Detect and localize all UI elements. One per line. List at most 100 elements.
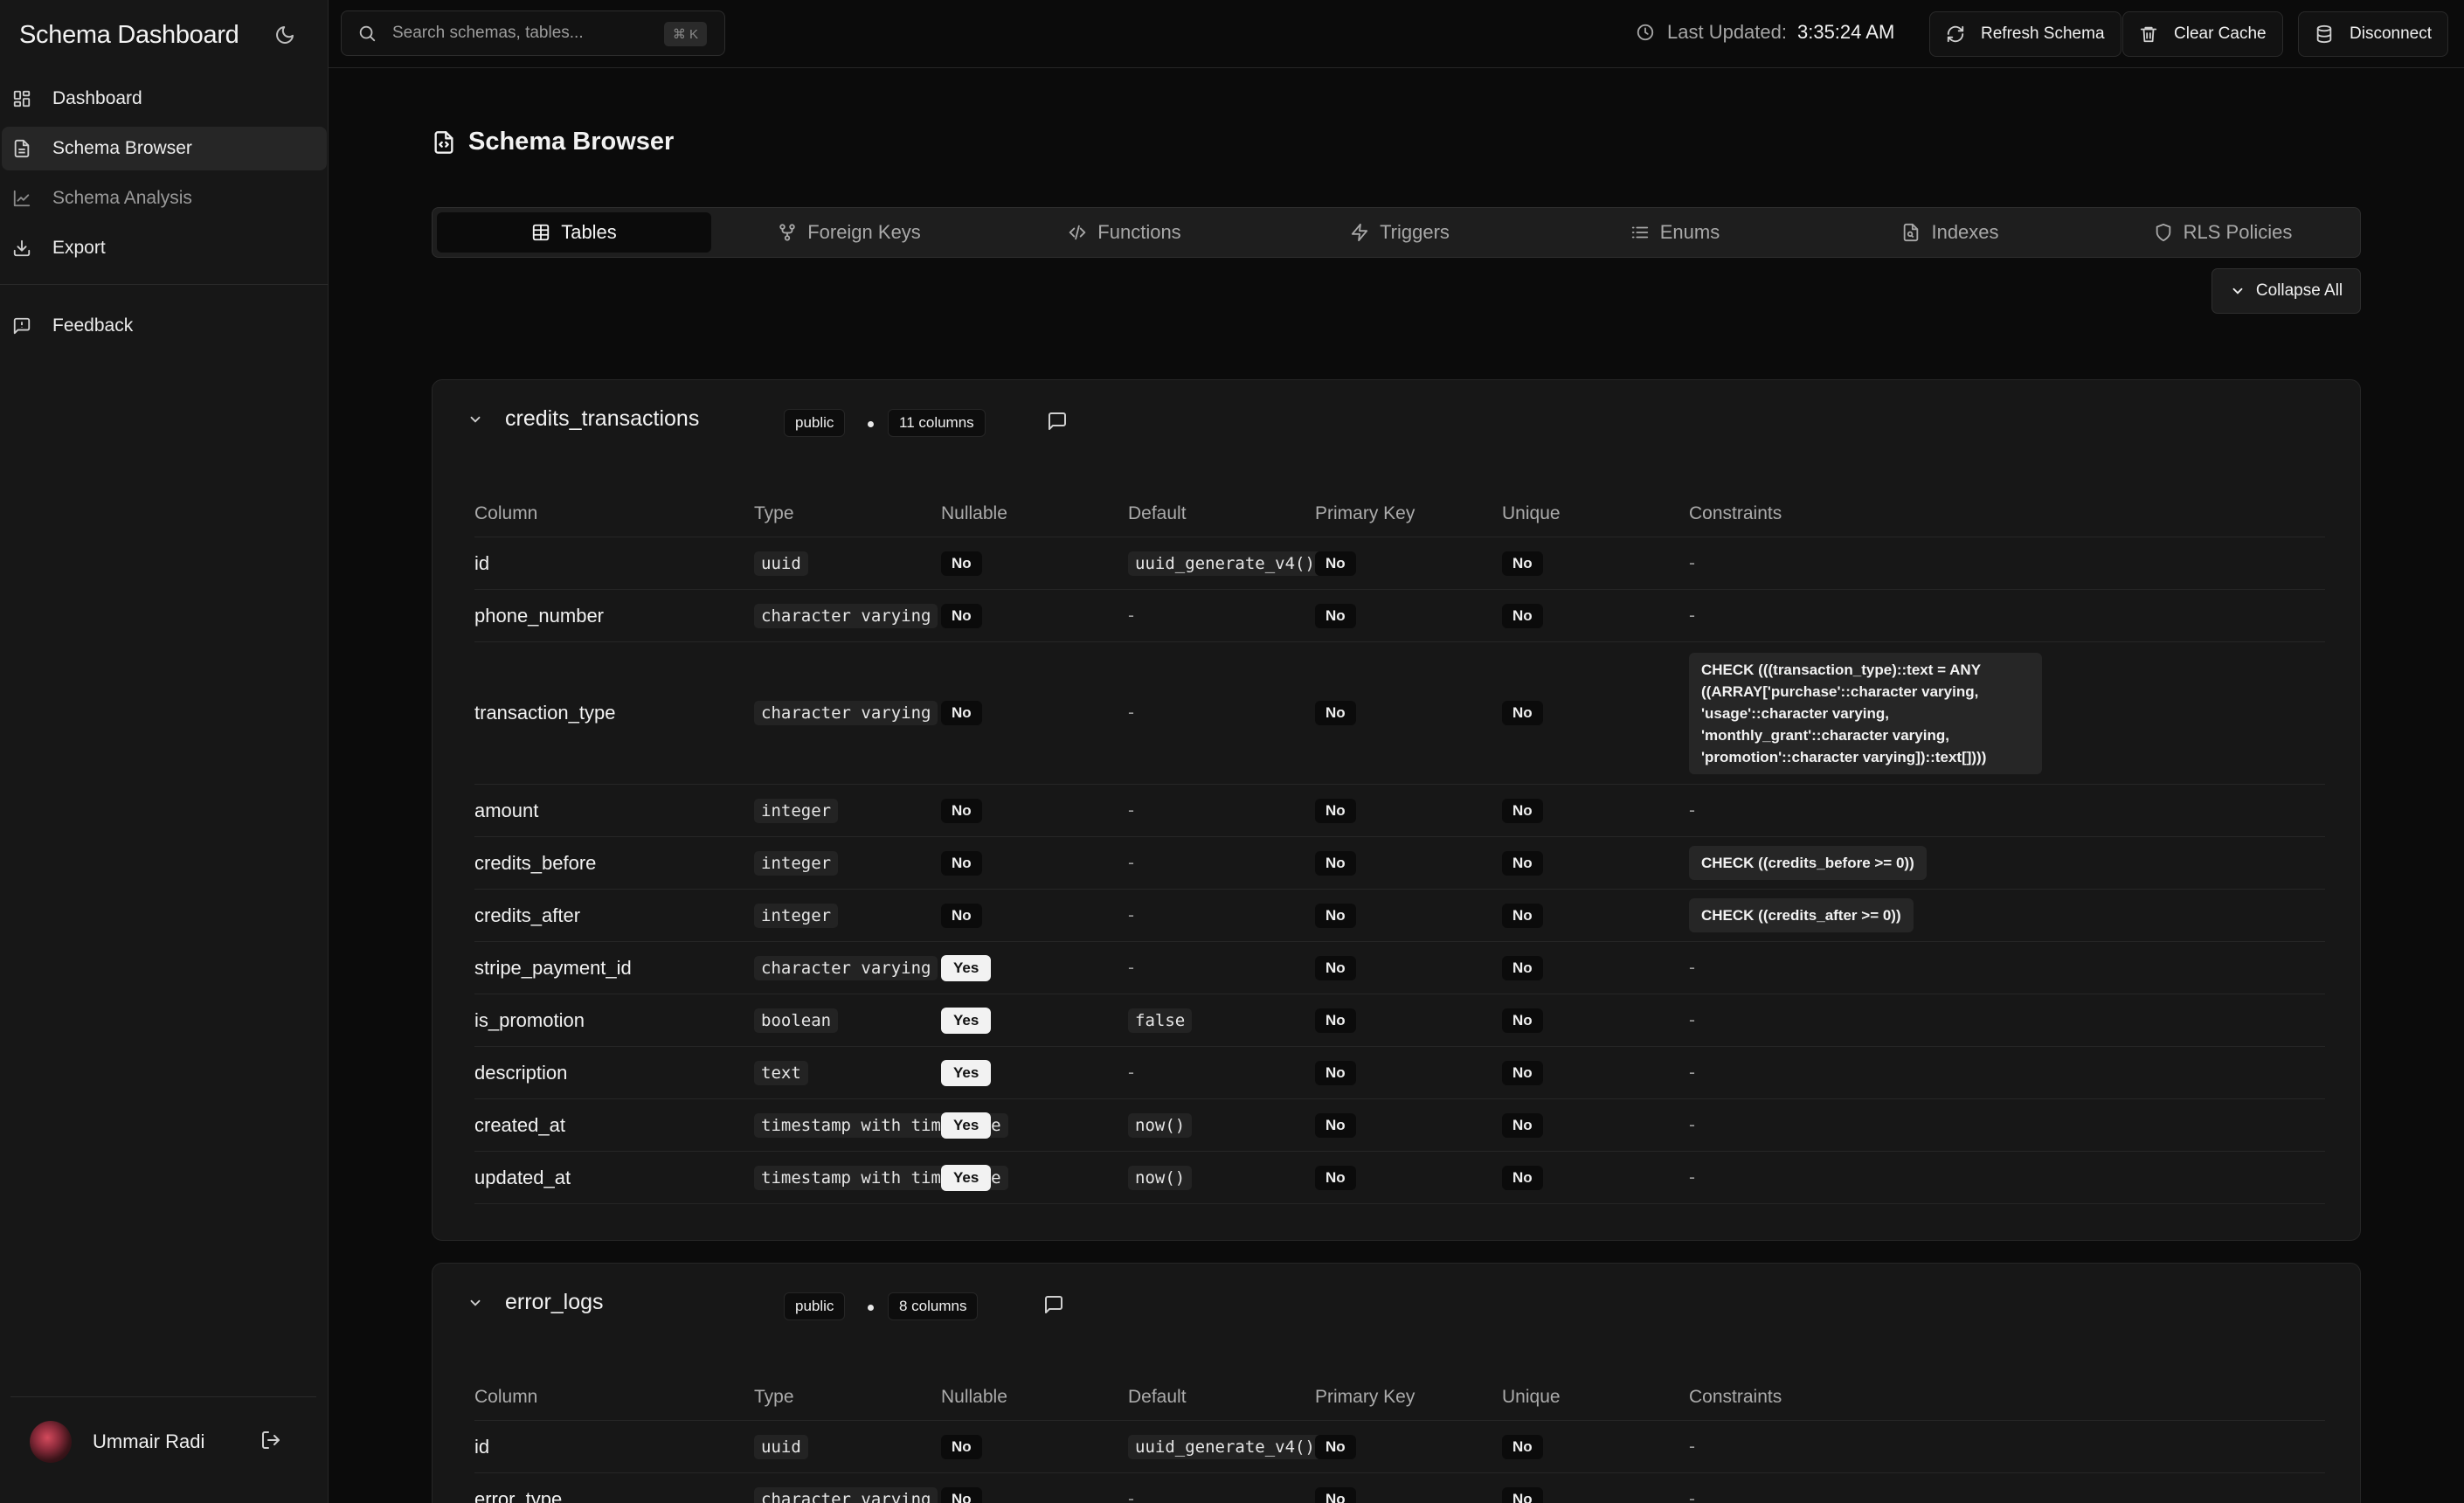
comment-button[interactable] <box>1047 411 1068 432</box>
column-name: description <box>474 1061 568 1084</box>
column-header: Primary Key <box>1315 503 1415 523</box>
type-code: character varying <box>754 955 938 980</box>
logout-button[interactable] <box>260 1430 281 1451</box>
app-title: Schema Dashboard <box>19 21 239 49</box>
empty-value: - <box>1689 1114 1695 1135</box>
unique-badge: No <box>1502 903 1543 928</box>
collapse-toggle[interactable] <box>467 412 483 427</box>
user-name: Ummair Radi <box>93 1430 205 1452</box>
column-name-cell: phone_number <box>474 590 604 641</box>
shortcut-hint: ⌘ K <box>663 22 707 46</box>
refresh-schema-button[interactable]: Refresh Schema <box>1929 11 2121 57</box>
empty-value: - <box>1689 1436 1695 1457</box>
comment-button[interactable] <box>1043 1294 1064 1315</box>
unique-cell: No <box>1502 1047 1543 1098</box>
top-bar: ⌘ K Last Updated: 3:35:24 AM Refresh Sch… <box>329 0 2464 68</box>
unique-badge: No <box>1502 551 1543 576</box>
table-icon <box>533 224 550 241</box>
collapse-all-button[interactable]: Collapse All <box>2211 268 2361 314</box>
primary-key-cell: No <box>1315 837 1356 889</box>
type-cell: character varying <box>754 642 938 784</box>
table-row: error_type character varying No - No No - <box>474 1473 2325 1503</box>
column-count-badge: 8 columns <box>888 1292 979 1320</box>
file-icon <box>14 139 30 158</box>
sidebar-item-schema-analysis[interactable]: Schema Analysis <box>2 177 327 220</box>
type-code: character varying <box>754 1486 938 1503</box>
moon-icon <box>276 26 294 44</box>
nullable-cell: Yes <box>941 1099 992 1151</box>
tab-rls-policies[interactable]: RLS Policies <box>2088 212 2357 253</box>
theme-toggle-button[interactable] <box>271 21 299 49</box>
default-cell: - <box>1128 1047 1134 1098</box>
sidebar-item-dashboard[interactable]: Dashboard <box>2 77 327 121</box>
primary-key-cell: No <box>1315 1473 1356 1503</box>
constraints-cell: - <box>1689 1152 1695 1203</box>
constraints-cell: - <box>1689 942 1695 994</box>
default-cell: false <box>1128 994 1193 1046</box>
column-name-cell: stripe_payment_id <box>474 942 632 994</box>
primary-key-cell: No <box>1315 1152 1356 1203</box>
clear-cache-button[interactable]: Clear Cache <box>2122 11 2283 57</box>
primary-key-badge: No <box>1315 1434 1356 1459</box>
sidebar-item-export[interactable]: Export <box>2 226 327 270</box>
table-name[interactable]: error_logs <box>505 1290 604 1315</box>
type-cell: boolean <box>754 994 839 1046</box>
tab-enums[interactable]: Enums <box>1538 212 1812 253</box>
column-header: Unique <box>1502 1387 1561 1407</box>
user-profile[interactable]: Ummair Radi <box>30 1421 204 1463</box>
table-row: transaction_type character varying No - No No… <box>474 642 2325 785</box>
disconnect-button[interactable]: Disconnect <box>2298 11 2448 57</box>
type-cell: integer <box>754 890 839 941</box>
message-square-icon <box>1049 412 1066 430</box>
tab-functions[interactable]: Functions <box>987 212 1262 253</box>
column-name: error_type <box>474 1487 563 1503</box>
sidebar-item-schema-browser[interactable]: Schema Browser <box>2 127 327 170</box>
column-header: Default <box>1128 503 1187 523</box>
default-code: now() <box>1128 1165 1193 1190</box>
table-card-header: error_logs public 8 columns <box>433 1264 2360 1342</box>
empty-value: - <box>1689 800 1695 821</box>
column-header: Type <box>754 1387 794 1407</box>
tab-triggers[interactable]: Triggers <box>1263 212 1537 253</box>
default-cell: - <box>1128 942 1134 994</box>
column-header: Unique <box>1502 503 1561 523</box>
type-code: integer <box>754 850 839 876</box>
constraints-cell: - <box>1689 1421 1695 1472</box>
tab-tables[interactable]: Tables <box>437 212 711 253</box>
default-cell: uuid_generate_v4() <box>1128 537 1322 589</box>
column-name: transaction_type <box>474 702 616 724</box>
refresh-icon <box>1947 25 1964 43</box>
chevron-down-icon <box>470 1299 481 1306</box>
default-cell: uuid_generate_v4() <box>1128 1421 1322 1472</box>
nullable-cell: No <box>941 837 982 889</box>
disconnect-label: Disconnect <box>2350 24 2432 43</box>
tab-bar: Tables Foreign Keys Functions Triggers E… <box>432 207 2361 258</box>
table-name[interactable]: credits_transactions <box>505 406 699 432</box>
tab-label: Indexes <box>1931 221 1999 243</box>
column-name-cell: transaction_type <box>474 642 615 784</box>
empty-value: - <box>1128 800 1134 821</box>
default-cell: - <box>1128 837 1134 889</box>
table-row: id uuid No uuid_generate_v4() No No - <box>474 1421 2325 1473</box>
tab-foreign-keys[interactable]: Foreign Keys <box>712 212 986 253</box>
unique-badge: No <box>1502 1434 1543 1459</box>
column-name: id <box>474 551 490 574</box>
sidebar-item-label: Export <box>52 238 106 258</box>
unique-cell: No <box>1502 642 1543 784</box>
tab-indexes[interactable]: Indexes <box>1813 212 2087 253</box>
constraints-cell: - <box>1689 1099 1695 1151</box>
constraints-cell: CHECK ((credits_after >= 0)) <box>1689 890 1914 941</box>
sidebar-item-feedback[interactable]: Feedback <box>2 304 327 348</box>
column-name: is_promotion <box>474 1008 585 1031</box>
primary-key-cell: No <box>1315 537 1356 589</box>
last-updated-label: Last Updated: <box>1667 21 1787 43</box>
column-name-cell: description <box>474 1047 567 1098</box>
search-box[interactable]: ⌘ K <box>341 10 725 56</box>
file-code-icon <box>434 130 453 154</box>
search-input[interactable] <box>392 24 654 43</box>
sidebar-nav: Dashboard Schema Browser Schema Analysis… <box>0 77 329 276</box>
type-code: character varying <box>754 701 938 725</box>
collapse-toggle[interactable] <box>467 1295 483 1311</box>
column-name-cell: credits_before <box>474 837 596 889</box>
column-name-cell: credits_after <box>474 890 580 941</box>
